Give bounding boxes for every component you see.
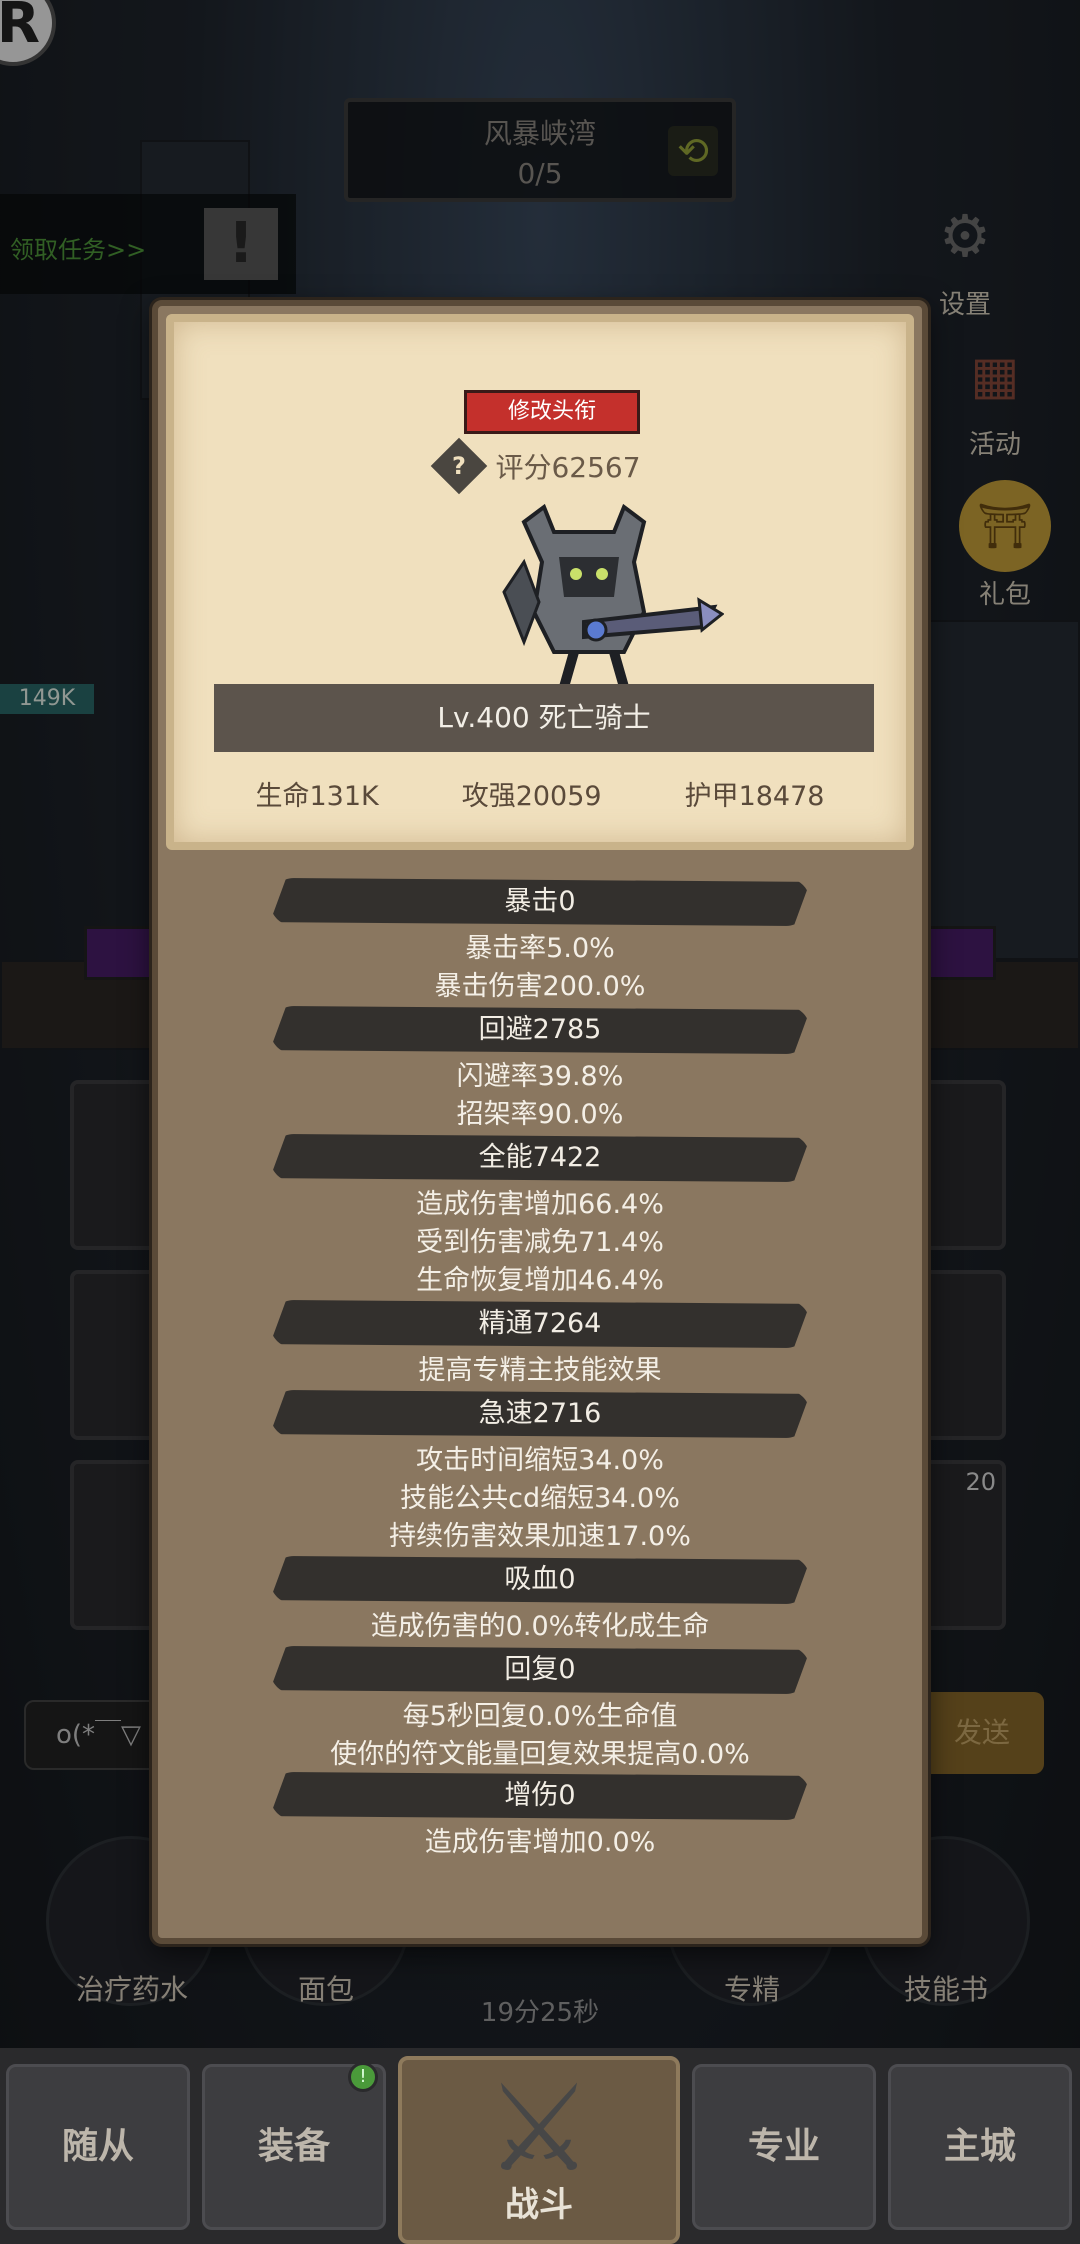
tab-followers[interactable]: 随从	[6, 2064, 190, 2230]
attr-crit: 暴击0 暴击率5.0% 暴击伤害200.0%	[158, 878, 922, 1006]
attr-detail: 技能公共cd缩短34.0%	[400, 1483, 680, 1514]
bottom-nav: 随从 装备 ! ⚔ 战斗 专业 主城	[0, 2048, 1080, 2244]
attr-header: 全能7422	[270, 1134, 810, 1182]
attr-detail: 持续伤害效果加速17.0%	[389, 1521, 691, 1552]
question-icon[interactable]: ?	[431, 437, 488, 495]
character-card: 修改头衔 ? 评分62567 Lv.400 死亡骑士 生命131K 攻强2005…	[166, 314, 914, 850]
stat-health: 生命131K	[255, 781, 379, 812]
tab-battle-label: 战斗	[505, 2185, 573, 2225]
attr-haste: 急速2716 攻击时间缩短34.0% 技能公共cd缩短34.0% 持续伤害效果加…	[158, 1390, 922, 1556]
death-knight-portrait	[502, 503, 724, 689]
attr-detail: 使你的符文能量回复效果提高0.0%	[330, 1739, 750, 1770]
tab-battle[interactable]: ⚔ 战斗	[398, 2056, 680, 2244]
attr-detail: 造成伤害增加0.0%	[424, 1827, 656, 1858]
score-row: ? 评分62567	[174, 437, 906, 495]
attr-detail: 招架率90.0%	[456, 1099, 624, 1130]
stat-armor: 护甲18478	[684, 781, 825, 812]
attr-regen: 回复0 每5秒回复0.0%生命值 使你的符文能量回复效果提高0.0%	[158, 1646, 922, 1774]
attr-detail: 暴击伤害200.0%	[434, 971, 646, 1002]
score-label: 评分62567	[495, 451, 641, 484]
stat-attack-power: 攻强20059	[461, 781, 602, 812]
attr-detail: 受到伤害减免71.4%	[416, 1227, 664, 1258]
tab-main-city[interactable]: 主城	[888, 2064, 1072, 2230]
attr-header: 暴击0	[270, 878, 810, 926]
edit-title-button[interactable]: 修改头衔	[464, 390, 640, 434]
attr-detail: 造成伤害的0.0%转化成生命	[370, 1611, 710, 1642]
attr-versatility: 全能7422 造成伤害增加66.4% 受到伤害减免71.4% 生命恢复增加46.…	[158, 1134, 922, 1300]
character-info-modal: 修改头衔 ? 评分62567 Lv.400 死亡骑士 生命131K 攻强2005…	[152, 300, 928, 1944]
attr-header: 吸血0	[270, 1556, 810, 1604]
attr-mastery: 精通7264 提高专精主技能效果	[158, 1300, 922, 1390]
attr-detail: 提高专精主技能效果	[418, 1355, 662, 1386]
attr-header: 回复0	[270, 1646, 810, 1694]
attr-leech: 吸血0 造成伤害的0.0%转化成生命	[158, 1556, 922, 1646]
attr-damage-bonus: 增伤0 造成伤害增加0.0%	[158, 1772, 922, 1862]
attr-detail: 暴击率5.0%	[465, 933, 615, 964]
notification-badge: !	[348, 2062, 378, 2092]
attr-avoidance: 回避2785 闪避率39.8% 招架率90.0%	[158, 1006, 922, 1134]
core-stats: 生命131K 攻强20059 护甲18478	[174, 774, 906, 813]
attr-header: 精通7264	[270, 1300, 810, 1348]
attr-detail: 造成伤害增加66.4%	[416, 1189, 664, 1220]
attr-detail: 攻击时间缩短34.0%	[416, 1445, 664, 1476]
attr-header: 急速2716	[270, 1390, 810, 1438]
attr-header: 回避2785	[270, 1006, 810, 1054]
attr-detail: 生命恢复增加46.4%	[416, 1265, 664, 1296]
attr-detail: 每5秒回复0.0%生命值	[402, 1701, 678, 1732]
character-name-banner: Lv.400 死亡骑士	[214, 684, 874, 752]
attr-detail: 闪避率39.8%	[456, 1061, 624, 1092]
tab-profession[interactable]: 专业	[692, 2064, 876, 2230]
attr-header: 增伤0	[270, 1772, 810, 1820]
